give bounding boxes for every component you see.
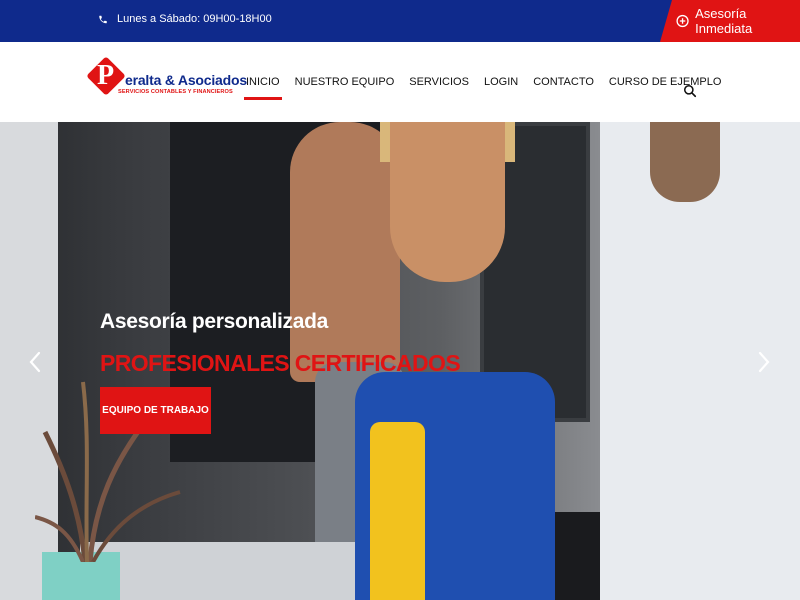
asesoria-inmediata-label: Asesoría Inmediata <box>695 6 753 36</box>
hero-title: Asesoría personalizada <box>100 310 328 333</box>
search-icon[interactable] <box>683 84 697 98</box>
phone-icon <box>99 15 107 23</box>
nav-item-login[interactable]: LOGIN <box>484 42 518 122</box>
logo[interactable]: P eralta & Asociados SERVICIOS CONTABLES… <box>86 56 247 108</box>
logo-initial: P <box>97 60 115 91</box>
nav-item-inicio[interactable]: INICIO <box>244 42 282 122</box>
business-hours: Lunes a Sábado: 09H00-18H00 <box>98 13 272 25</box>
chevron-left-icon[interactable] <box>28 350 42 374</box>
plus-circle-icon <box>676 14 689 28</box>
nav-item-nuestro-equipo[interactable]: NUESTRO EQUIPO <box>295 42 395 122</box>
hero-photo-person <box>650 122 720 202</box>
chevron-right-icon[interactable] <box>757 350 771 374</box>
hero-photo-person <box>390 122 505 282</box>
nav-item-contacto[interactable]: CONTACTO <box>533 42 594 122</box>
equipo-de-trabajo-button[interactable]: EQUIPO DE TRABAJO <box>100 387 211 434</box>
site-header: P eralta & Asociados SERVICIOS CONTABLES… <box>0 42 800 122</box>
asesoria-inmediata-button[interactable]: Asesoría Inmediata <box>660 0 800 42</box>
top-bar: Lunes a Sábado: 09H00-18H00 Asesoría Inm… <box>0 0 800 42</box>
nav-item-curso-de-ejemplo[interactable]: CURSO DE EJEMPLO <box>609 42 721 122</box>
hero-subtitle: PROFESIONALES CERTIFICADOS <box>100 350 461 376</box>
hero-slider: Asesoría personalizada PROFESIONALES CER… <box>0 122 800 600</box>
logo-name: eralta & Asociados <box>125 72 247 88</box>
business-hours-text: Lunes a Sábado: 09H00-18H00 <box>117 13 272 25</box>
main-nav: INICIO NUESTRO EQUIPO SERVICIOS LOGIN CO… <box>244 42 736 122</box>
hero-photo-person <box>370 422 425 600</box>
nav-item-servicios[interactable]: SERVICIOS <box>409 42 469 122</box>
logo-tagline: SERVICIOS CONTABLES Y FINANCIEROS <box>118 89 233 95</box>
